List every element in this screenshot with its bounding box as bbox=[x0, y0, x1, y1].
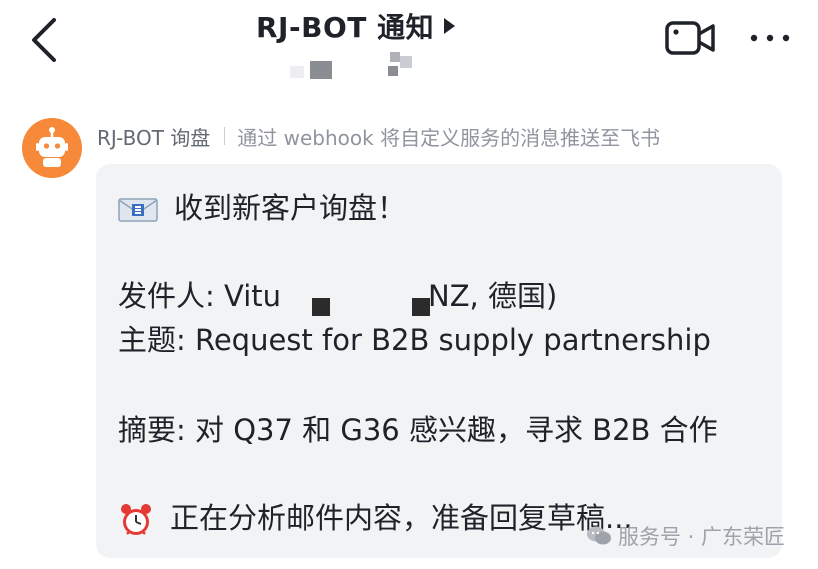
redaction-block bbox=[412, 298, 430, 316]
video-call-button[interactable] bbox=[664, 18, 716, 58]
watermark-text: 服务号 · 广东荣匠 bbox=[618, 525, 786, 549]
video-camera-icon bbox=[665, 21, 715, 55]
subject-text: 主题: Request for B2B supply partnership bbox=[118, 323, 711, 357]
sender-description: 通过 webhook 将自定义服务的消息推送至飞书 bbox=[237, 125, 661, 150]
divider bbox=[224, 127, 226, 145]
bot-avatar[interactable] bbox=[22, 118, 82, 178]
sender-line-tail: NZ, 德国) bbox=[428, 276, 557, 316]
envelope-icon bbox=[118, 198, 158, 222]
status-line: 正在分析邮件内容，准备回复草稿... bbox=[118, 498, 633, 538]
summary-line: 摘要: 对 Q37 和 G36 感兴趣，寻求 B2B 合作 bbox=[118, 410, 718, 450]
sender-info: RJ-BOT 询盘 通过 webhook 将自定义服务的消息推送至飞书 bbox=[97, 122, 660, 150]
sender-line-label: 发件人: Vitu bbox=[118, 279, 281, 313]
chat-title[interactable]: RJ-BOT 通知 bbox=[256, 6, 456, 46]
chat-screen: RJ-BOT 通知 RJ-BOT 询盘 通过 webhook 将自定义服务的消息… bbox=[0, 0, 818, 569]
sender-name[interactable]: RJ-BOT 询盘 bbox=[97, 122, 210, 151]
message-title: 收到新客户询盘！ bbox=[174, 191, 407, 225]
chat-subtitle-redacted bbox=[286, 52, 446, 82]
more-dots-icon bbox=[750, 34, 790, 42]
back-button[interactable] bbox=[26, 14, 66, 66]
summary-text: 摘要: 对 Q37 和 G36 感兴趣，寻求 B2B 合作 bbox=[118, 413, 718, 447]
message-title-line: 收到新客户询盘！ bbox=[118, 188, 406, 228]
chat-title-text: RJ-BOT 通知 bbox=[256, 11, 435, 44]
watermark: 服务号 · 广东荣匠 bbox=[586, 520, 785, 552]
triangle-right-icon bbox=[444, 18, 456, 34]
wechat-icon bbox=[587, 526, 611, 545]
subject-line: 主题: Request for B2B supply partnership bbox=[118, 320, 711, 360]
sender-line-tail-text: NZ, 德国) bbox=[428, 279, 558, 313]
sender-line: 发件人: Vitu bbox=[118, 276, 281, 316]
more-button[interactable] bbox=[748, 28, 792, 48]
alarm-clock-icon bbox=[121, 504, 151, 535]
chevron-left-icon bbox=[32, 18, 56, 62]
redaction-block bbox=[312, 298, 330, 316]
status-text: 正在分析邮件内容，准备回复草稿... bbox=[170, 501, 633, 535]
robot-icon bbox=[36, 127, 68, 167]
